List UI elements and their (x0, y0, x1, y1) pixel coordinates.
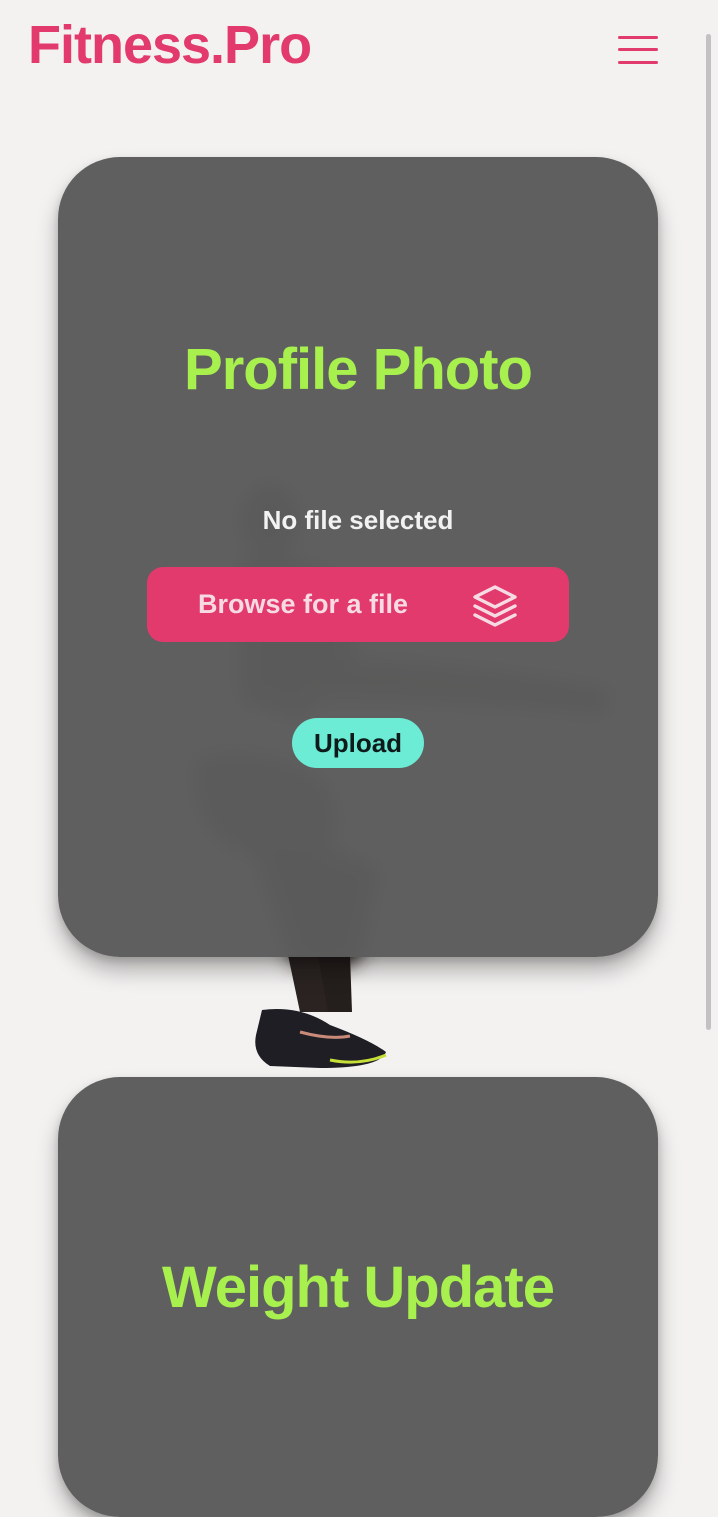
upload-button[interactable]: Upload (292, 718, 424, 768)
weight-card-content: Weight Update (58, 1077, 658, 1517)
brand-logo[interactable]: Fitness.Pro (28, 18, 312, 72)
menu-bar-bottom (618, 61, 658, 64)
hamburger-menu-icon[interactable] (616, 34, 662, 66)
page-scrollbar[interactable] (706, 34, 711, 1030)
file-status-text: No file selected (262, 505, 454, 535)
browse-button-label: Browse for a file (198, 589, 409, 619)
menu-bar-middle (618, 48, 658, 51)
weight-update-title: Weight Update (162, 1255, 555, 1320)
profile-photo-title: Profile Photo (184, 337, 533, 402)
profile-photo-card: Profile Photo No file selected Browse fo… (58, 157, 658, 957)
top-header: Fitness.Pro (0, 0, 718, 100)
profile-card-content: Profile Photo No file selected Browse fo… (58, 157, 658, 957)
weight-update-card: Weight Update (58, 1077, 658, 1517)
menu-bar-top (618, 36, 658, 39)
browse-file-button[interactable]: Browse for a file (147, 567, 569, 642)
layers-icon (473, 585, 517, 627)
